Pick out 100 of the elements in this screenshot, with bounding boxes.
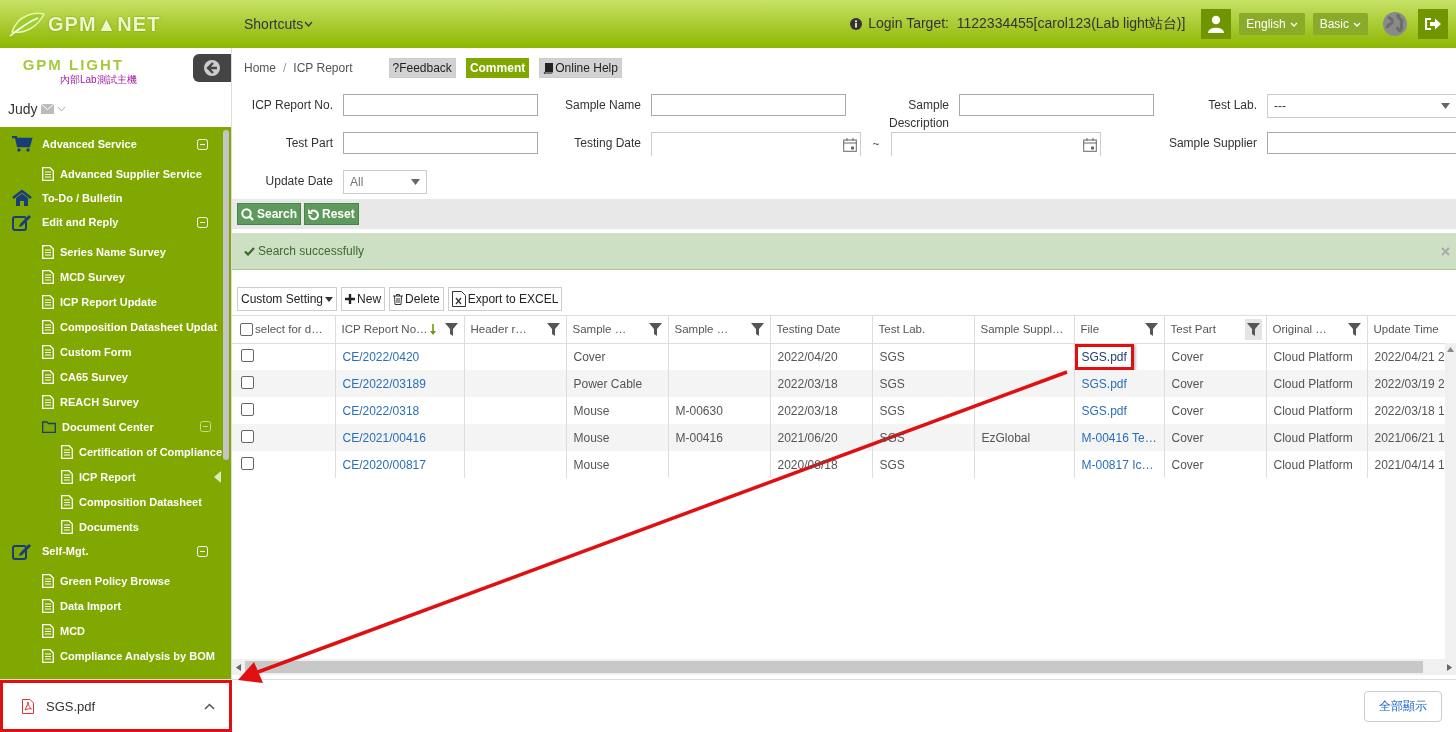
globe-icon[interactable] (1382, 11, 1408, 37)
menu-item[interactable]: REACH Survey (60, 395, 139, 408)
menu-item[interactable]: Green Policy Browse (60, 574, 171, 587)
download-item[interactable]: SGS.pdf (0, 680, 232, 732)
column-header[interactable]: Header r… (470, 323, 527, 336)
chevron-down-icon[interactable] (56, 106, 66, 112)
show-all-button[interactable]: 全部顯示 (1364, 690, 1442, 722)
menu-item[interactable]: Advanced Supplier Service (60, 167, 202, 180)
vertical-scrollbar[interactable] (1445, 343, 1456, 659)
document-icon (42, 623, 54, 638)
filter-label: Update Date (264, 173, 333, 190)
date-field[interactable] (651, 132, 861, 156)
calendar-icon[interactable] (843, 137, 857, 152)
new-button[interactable]: New (341, 287, 386, 311)
column-header[interactable]: Test Lab. (878, 323, 926, 336)
user-name[interactable]: Judy (8, 101, 38, 117)
calendar-icon[interactable] (1083, 137, 1097, 152)
file-link[interactable]: SGS.pdf (1074, 343, 1134, 370)
column-header[interactable]: Sample Suppl… (980, 323, 1064, 336)
collapse-icon[interactable] (200, 421, 211, 432)
help-button[interactable]: ?Feedback (388, 58, 456, 78)
menu-section[interactable]: To-Do / Bulletin (42, 192, 197, 204)
info-icon (850, 18, 863, 30)
filter-label: Sample Name (563, 97, 641, 114)
help-button[interactable]: Online Help (539, 58, 622, 78)
menu-item[interactable]: CA65 Survey (60, 370, 128, 383)
menu-item[interactable]: ICP Report (79, 470, 136, 483)
menu-item[interactable]: Compliance Analysis by BOM (60, 649, 215, 662)
text-field[interactable] (959, 94, 1154, 116)
menu-item[interactable]: Certification of Compliance (79, 445, 223, 458)
column-header[interactable]: Test Part (1170, 323, 1216, 336)
breadcrumb-link[interactable]: Home (244, 61, 276, 75)
horizontal-scrollbar[interactable] (232, 659, 1456, 675)
menu-item[interactable]: MCD Survey (60, 270, 125, 283)
chevron-up-icon[interactable] (204, 702, 215, 710)
menu-item[interactable]: Data Import (60, 599, 122, 612)
mail-icon[interactable] (40, 104, 54, 114)
menu-item[interactable]: Custom Form (60, 345, 132, 358)
language-dropdown[interactable]: English (1239, 13, 1305, 35)
range-separator: ~ (871, 136, 881, 151)
column-header[interactable]: File (1080, 323, 1100, 336)
user-button[interactable] (1201, 9, 1232, 39)
select-field[interactable]: --- (1267, 94, 1456, 118)
date-field[interactable] (891, 132, 1101, 156)
scrollbar-thumb[interactable] (223, 130, 229, 460)
text-field[interactable] (651, 94, 846, 116)
scroll-left-icon[interactable] (236, 663, 241, 671)
row-checkbox[interactable] (241, 375, 254, 389)
report-link[interactable]: CE/2020/00817 (342, 457, 426, 472)
filter-label: Sample Supplier (1167, 135, 1257, 152)
file-link[interactable]: M-00817 Ic… (1081, 457, 1154, 472)
report-link[interactable]: CE/2022/0420 (342, 349, 420, 364)
row-checkbox[interactable] (241, 429, 254, 443)
menu-item[interactable]: Composition Datasheet (79, 495, 202, 508)
table-cell: Cloud Platform (1273, 376, 1353, 391)
scroll-right-icon[interactable] (1447, 663, 1452, 671)
table-cell: 2021/06/21 1 (1374, 430, 1445, 445)
menu-section[interactable]: Advanced Service (42, 138, 197, 150)
text-field[interactable] (343, 132, 538, 154)
text-field[interactable] (1267, 132, 1456, 154)
column-header[interactable]: Sample … (674, 323, 729, 336)
column-header[interactable]: ICP Report No… (341, 323, 428, 336)
shortcuts-menu[interactable]: Shortcuts (244, 16, 314, 32)
action-button[interactable]: Reset (304, 203, 359, 225)
menu-item[interactable]: Composition Datasheet Updat (60, 320, 218, 333)
menu-item[interactable]: Series Name Survey (60, 245, 166, 258)
mode-dropdown[interactable]: Basic (1312, 13, 1368, 35)
menu-item[interactable]: Document Center (62, 420, 154, 433)
login-target: Login Target: 1122334455[carol123(Lab light站台)] (868, 15, 1186, 33)
filter-icon[interactable] (1244, 318, 1262, 340)
menu-item[interactable]: MCD (60, 624, 86, 637)
menu-item[interactable]: Documents (79, 520, 139, 533)
text-field[interactable] (343, 94, 538, 116)
select-all-checkbox[interactable] (240, 322, 253, 336)
menu-item[interactable]: ICP Report Update (60, 295, 157, 308)
delete-button[interactable]: Delete (389, 287, 444, 311)
export-excel-button[interactable]: Export to EXCEL (447, 287, 563, 311)
custom-setting-dropdown[interactable]: Custom Setting (237, 287, 338, 311)
column-header[interactable]: Update Time (1373, 323, 1439, 336)
row-checkbox[interactable] (241, 402, 254, 416)
menu-section[interactable]: Self-Mgt. (42, 545, 197, 557)
menu-section[interactable]: Edit and Reply (42, 216, 197, 228)
file-link[interactable]: SGS.pdf (1081, 403, 1127, 418)
report-link[interactable]: CE/2022/0318 (342, 403, 420, 418)
column-header[interactable]: Original … (1272, 323, 1327, 336)
edit-icon (11, 213, 33, 231)
row-checkbox[interactable] (241, 348, 254, 362)
edit-icon (11, 542, 33, 560)
row-checkbox[interactable] (241, 456, 254, 470)
scroll-up-icon[interactable] (1447, 347, 1454, 352)
column-header[interactable]: Sample … (572, 323, 627, 336)
table-cell: 2021/04/14 1 (1374, 457, 1445, 472)
column-header[interactable]: Testing Date (776, 323, 841, 336)
help-button[interactable]: Comment (465, 58, 530, 78)
column-header[interactable]: select for d… (255, 323, 323, 336)
logout-button[interactable] (1418, 9, 1448, 39)
collapse-sidebar-button[interactable] (193, 54, 231, 82)
select-field[interactable]: All (343, 170, 427, 194)
action-button[interactable]: Search (237, 203, 302, 225)
table-cell: Cover (573, 349, 606, 364)
